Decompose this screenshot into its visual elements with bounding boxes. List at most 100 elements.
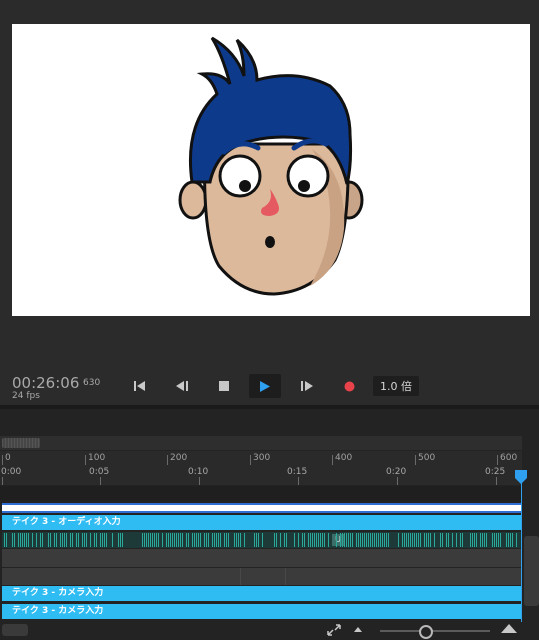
waveform-bar bbox=[152, 533, 153, 547]
waveform-bar bbox=[470, 533, 471, 547]
frame-label: 100 bbox=[88, 453, 106, 463]
waveform-bar bbox=[482, 533, 483, 547]
waveform-bar bbox=[388, 533, 389, 547]
waveform-bar bbox=[70, 533, 71, 547]
waveform-bar bbox=[234, 533, 235, 547]
waveform-bar bbox=[480, 533, 481, 547]
waveform-bar bbox=[42, 533, 43, 547]
waveform-bar bbox=[216, 533, 217, 547]
waveform-bar bbox=[60, 533, 61, 547]
time-tick bbox=[298, 477, 299, 485]
waveform-bar bbox=[328, 533, 329, 547]
waveform-bar bbox=[398, 533, 399, 547]
scene-canvas[interactable] bbox=[12, 24, 530, 316]
work-area-bar[interactable] bbox=[2, 503, 522, 513]
waveform-bar bbox=[440, 533, 441, 547]
time-label: 0:25 bbox=[485, 467, 506, 477]
playback-speed-button[interactable]: 1.0 倍 bbox=[373, 376, 419, 396]
waveform-bar bbox=[180, 533, 181, 547]
waveform-bar bbox=[186, 533, 187, 547]
row-divider bbox=[240, 568, 241, 585]
waveform-bar bbox=[368, 533, 369, 547]
waveform-bar bbox=[228, 533, 229, 547]
waveform-bar bbox=[322, 533, 323, 547]
waveform-bar bbox=[240, 533, 241, 547]
playhead-line[interactable] bbox=[521, 476, 522, 624]
time-label: 0:20 bbox=[386, 467, 407, 477]
audio-track-header[interactable]: テイク 3 - オーディオ入力 bbox=[2, 515, 522, 530]
waveform-bar bbox=[144, 533, 145, 547]
time-ruler[interactable]: 0:00 0:05 0:10 0:15 0:20 0:25 bbox=[0, 465, 522, 485]
waveform-bar bbox=[474, 533, 475, 547]
character-puppet[interactable] bbox=[12, 24, 530, 316]
waveform-bar bbox=[336, 533, 337, 547]
waveform-bar bbox=[508, 533, 509, 547]
left-pupil bbox=[239, 180, 251, 192]
waveform-bar bbox=[274, 533, 275, 547]
step-forward-button[interactable] bbox=[293, 375, 321, 397]
waveform-bar bbox=[346, 533, 347, 547]
waveform-bar bbox=[66, 533, 67, 547]
waveform-bar bbox=[244, 533, 245, 547]
waveform-bar bbox=[76, 533, 77, 547]
right-pupil bbox=[298, 180, 310, 192]
waveform-bar bbox=[386, 533, 387, 547]
zoom-out-icon[interactable] bbox=[353, 625, 363, 633]
frame-ruler[interactable]: 0 100 200 300 400 500 600 bbox=[0, 451, 522, 465]
zoom-in-icon[interactable] bbox=[500, 622, 518, 634]
waveform-bar bbox=[162, 533, 163, 547]
row-divider bbox=[285, 568, 286, 585]
frame-tick bbox=[415, 455, 416, 465]
vertical-scrollbar[interactable] bbox=[524, 536, 539, 606]
waveform-bar bbox=[430, 533, 431, 547]
time-label: 0:10 bbox=[188, 467, 209, 477]
waveform-bar bbox=[446, 533, 447, 547]
play-icon bbox=[260, 380, 270, 392]
waveform-bar bbox=[62, 533, 63, 547]
zoom-slider-track[interactable] bbox=[380, 630, 490, 632]
waveform-bar bbox=[226, 533, 227, 547]
waveform-bar bbox=[404, 533, 405, 547]
waveform-bar bbox=[166, 533, 167, 547]
track-row[interactable] bbox=[2, 568, 522, 585]
waveform-bar bbox=[238, 533, 239, 547]
waveform-bar bbox=[32, 533, 33, 547]
waveform-bar bbox=[362, 533, 363, 547]
waveform-bar bbox=[366, 533, 367, 547]
track-row[interactable] bbox=[2, 549, 522, 567]
waveform-bar bbox=[198, 533, 199, 547]
waveform-bar bbox=[36, 533, 37, 547]
waveform-bar bbox=[24, 533, 25, 547]
step-back-button[interactable] bbox=[168, 375, 196, 397]
stop-button[interactable] bbox=[210, 375, 238, 397]
waveform-bar bbox=[148, 533, 149, 547]
camera-track-header[interactable]: テイク 3 - カメラ入力 bbox=[2, 586, 522, 601]
horizontal-scrollbar[interactable] bbox=[2, 624, 28, 636]
time-tick bbox=[100, 477, 101, 485]
waveform-bar bbox=[372, 533, 373, 547]
waveform-bar bbox=[312, 533, 313, 547]
fps-label: 24 fps bbox=[12, 391, 40, 401]
audio-waveform[interactable]: U bbox=[2, 532, 522, 548]
waveform-bar bbox=[410, 533, 411, 547]
camera-track-header-2[interactable]: テイク 3 - カメラ入力 bbox=[2, 604, 522, 619]
waveform-bar bbox=[208, 533, 209, 547]
play-button[interactable] bbox=[249, 374, 281, 398]
waveform-bar bbox=[18, 533, 19, 547]
waveform-bar bbox=[212, 533, 213, 547]
waveform-bar bbox=[218, 533, 219, 547]
waveform-bar bbox=[284, 533, 285, 547]
timecode: 00:26:06 bbox=[12, 374, 80, 392]
waveform-bar bbox=[28, 533, 29, 547]
waveform-bar bbox=[320, 533, 321, 547]
skip-to-start-button[interactable] bbox=[126, 375, 154, 397]
waveform-bar bbox=[498, 533, 499, 547]
fit-to-window-icon[interactable] bbox=[327, 624, 341, 636]
timeline-overview-scroll[interactable] bbox=[0, 436, 522, 450]
waveform-bar bbox=[462, 533, 463, 547]
record-button[interactable] bbox=[335, 375, 363, 397]
waveform-bar bbox=[406, 533, 407, 547]
overview-scroll-thumb[interactable] bbox=[2, 438, 40, 448]
waveform-bar bbox=[456, 533, 457, 547]
playhead-handle-icon[interactable] bbox=[515, 470, 527, 484]
